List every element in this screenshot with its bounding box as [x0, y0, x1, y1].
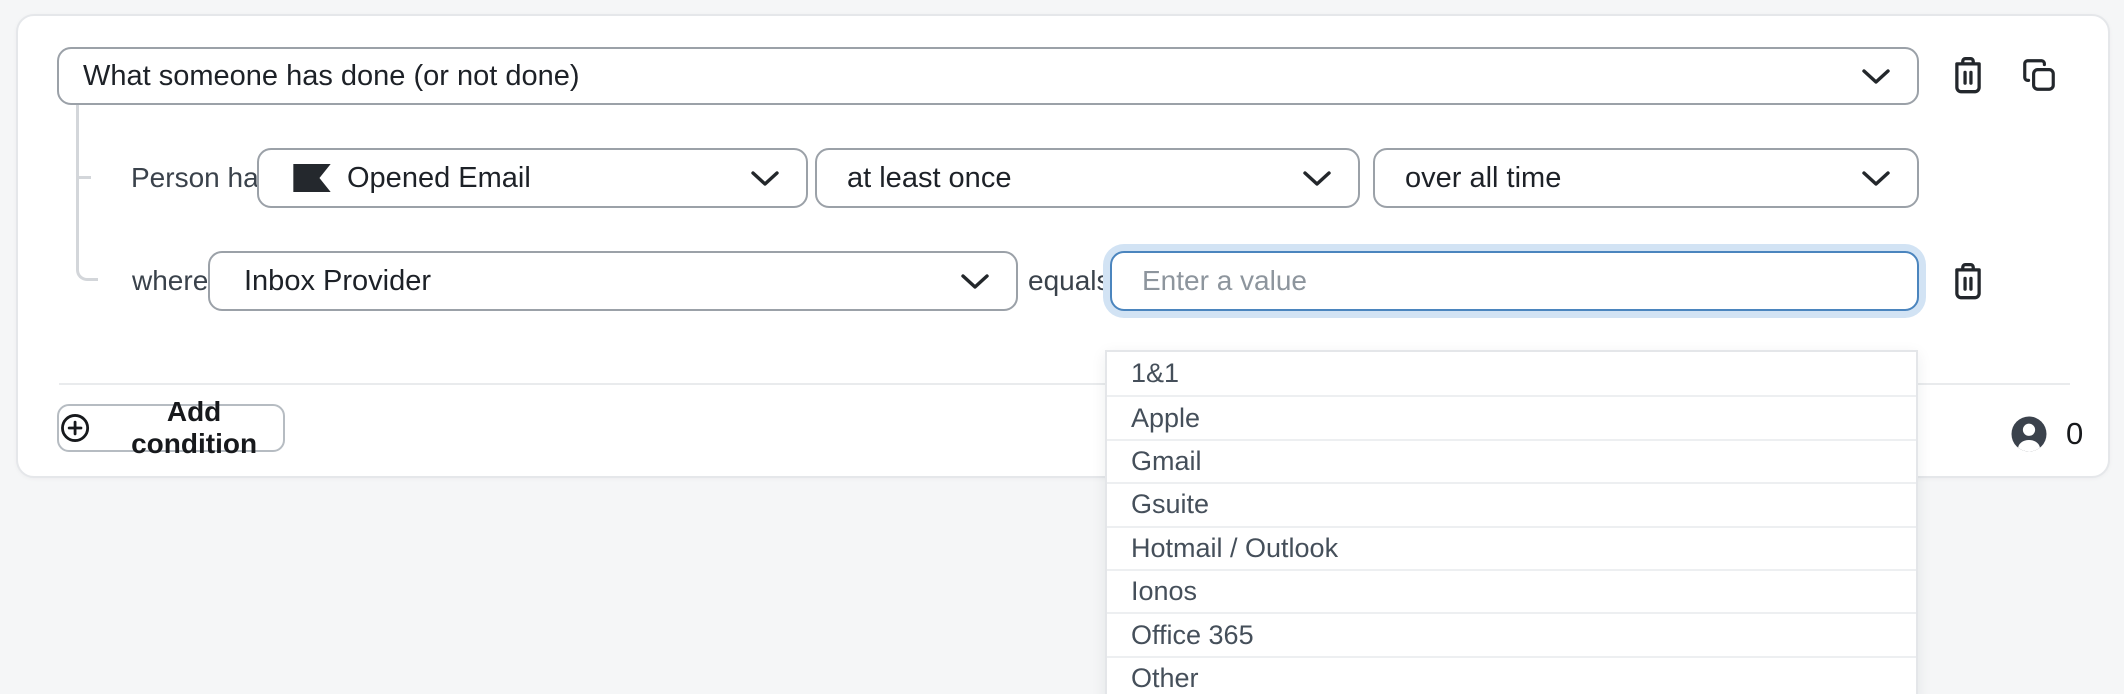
event-row-label: Person has — [131, 148, 273, 208]
filter-row-label: where — [132, 251, 208, 311]
dropdown-option[interactable]: Gsuite — [1107, 482, 1916, 525]
dropdown-option[interactable]: Other — [1107, 656, 1916, 694]
add-condition-label: Add condition — [105, 396, 283, 460]
delete-condition-button[interactable] — [1944, 51, 1992, 99]
trash-icon — [1950, 55, 1986, 95]
chevron-down-icon — [1302, 170, 1332, 187]
frequency-select[interactable]: at least once — [815, 148, 1360, 208]
copy-icon — [2020, 56, 2058, 94]
tree-connector-tick — [76, 176, 91, 179]
filter-value-input[interactable] — [1110, 251, 1919, 311]
tree-connector-line — [76, 105, 98, 281]
condition-type-select[interactable]: What someone has done (or not done) — [57, 47, 1919, 105]
value-suggestions-dropdown: 1&1 Apple Gmail Gsuite Hotmail / Outlook… — [1105, 350, 1918, 694]
chevron-down-icon — [1861, 170, 1891, 187]
audience-count-value: 0 — [2066, 416, 2083, 452]
event-select[interactable]: Opened Email — [257, 148, 808, 208]
add-condition-button[interactable]: Add condition — [57, 404, 285, 452]
person-icon — [2008, 413, 2050, 455]
flag-icon — [293, 164, 331, 192]
dropdown-option[interactable]: Hotmail / Outlook — [1107, 526, 1916, 569]
dropdown-option[interactable]: Apple — [1107, 395, 1916, 438]
delete-filter-button[interactable] — [1944, 257, 1992, 305]
audience-count: 0 — [2008, 412, 2083, 456]
dropdown-option[interactable]: 1&1 — [1107, 352, 1916, 395]
condition-type-value: What someone has done (or not done) — [83, 60, 580, 93]
frequency-select-value: at least once — [847, 162, 1011, 195]
event-select-value: Opened Email — [347, 162, 531, 195]
chevron-down-icon — [1861, 68, 1891, 85]
chevron-down-icon — [750, 170, 780, 187]
dropdown-option[interactable]: Ionos — [1107, 569, 1916, 612]
plus-circle-icon — [59, 411, 91, 445]
trash-icon — [1950, 261, 1986, 301]
chevron-down-icon — [960, 273, 990, 290]
dropdown-option[interactable]: Office 365 — [1107, 612, 1916, 655]
operator-label: equals — [1028, 251, 1111, 311]
duplicate-condition-button[interactable] — [2015, 51, 2063, 99]
property-select[interactable]: Inbox Provider — [208, 251, 1018, 311]
timeframe-select[interactable]: over all time — [1373, 148, 1919, 208]
property-select-value: Inbox Provider — [244, 265, 431, 298]
dropdown-option[interactable]: Gmail — [1107, 439, 1916, 482]
segment-builder-page: What someone has done (or not done) Pers… — [0, 0, 2124, 694]
timeframe-select-value: over all time — [1405, 162, 1561, 195]
